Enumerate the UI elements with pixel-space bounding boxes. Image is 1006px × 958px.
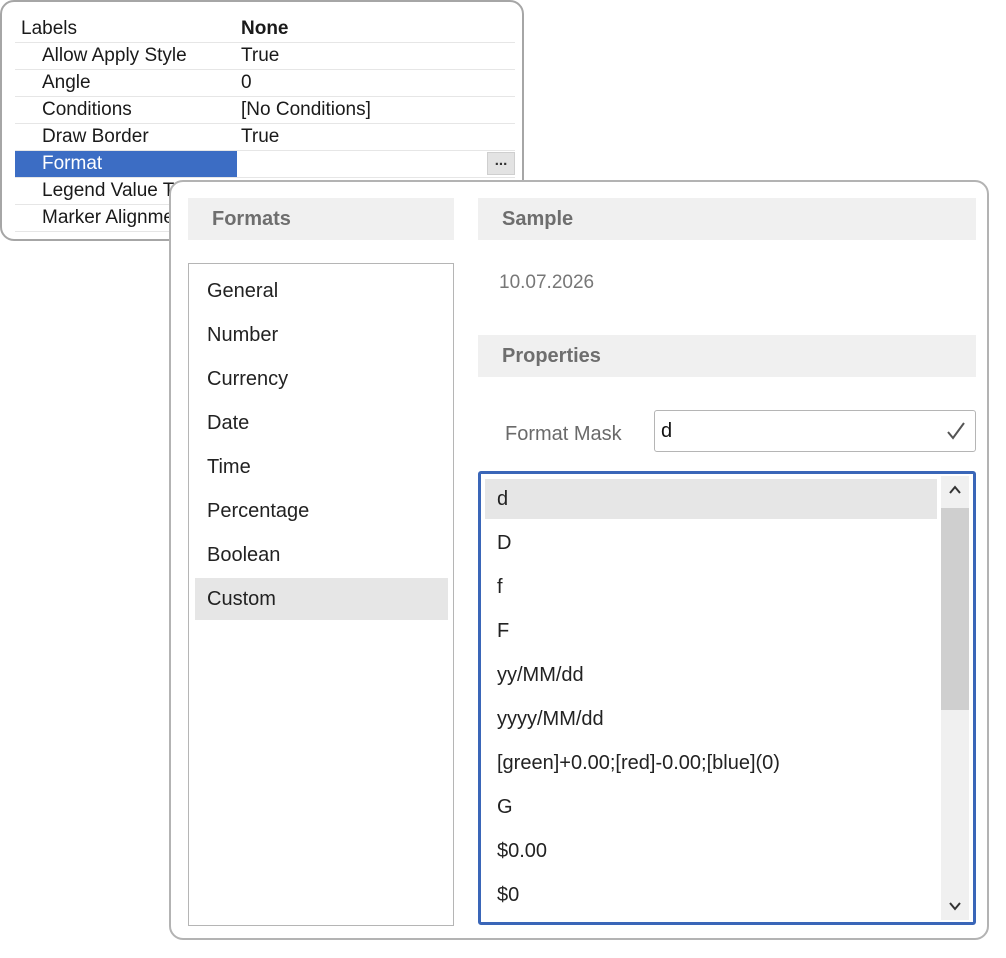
property-row-draw-border[interactable]: Draw Border True <box>15 124 515 151</box>
chevron-up-icon[interactable] <box>941 476 969 504</box>
property-value[interactable]: 0 <box>241 70 515 96</box>
format-item-time[interactable]: Time <box>195 446 448 488</box>
format-mask-label: Format Mask <box>505 423 622 445</box>
property-row-allow-apply-style[interactable]: Allow Apply Style True <box>15 43 515 70</box>
format-mask-list: d D f F yy/MM/dd yyyy/MM/dd [green]+0.00… <box>478 471 976 925</box>
property-name: Allow Apply Style <box>42 45 187 66</box>
sample-value: 10.07.2026 <box>499 272 595 293</box>
property-row-angle[interactable]: Angle 0 <box>15 70 515 97</box>
sample-header: Sample <box>478 198 976 240</box>
property-name: Draw Border <box>42 126 149 147</box>
mask-item[interactable]: [green]+0.00;[red]-0.00;[blue](0) <box>485 743 937 783</box>
format-item-boolean[interactable]: Boolean <box>195 534 448 576</box>
properties-header: Properties <box>478 335 976 377</box>
format-editor-button[interactable]: ... <box>487 152 515 175</box>
chevron-down-icon[interactable] <box>941 892 969 920</box>
mask-item[interactable]: D <box>485 523 937 563</box>
property-value[interactable] <box>241 151 515 177</box>
scrollbar-thumb[interactable] <box>941 508 969 710</box>
property-value[interactable]: True <box>241 124 515 150</box>
formats-list: General Number Currency Date Time Percen… <box>188 263 454 926</box>
mask-item[interactable]: $0.00 <box>485 831 937 871</box>
format-mask-value: d <box>661 420 673 442</box>
property-value[interactable]: [No Conditions] <box>241 97 515 123</box>
mask-item[interactable]: f <box>485 567 937 607</box>
format-mask-input[interactable]: d <box>654 410 976 452</box>
format-item-number[interactable]: Number <box>195 314 448 356</box>
checkmark-icon[interactable] <box>945 411 967 451</box>
format-item-currency[interactable]: Currency <box>195 358 448 400</box>
mask-list-scrollbar[interactable] <box>941 476 969 920</box>
property-name: Labels <box>21 18 77 39</box>
property-name: Conditions <box>42 99 132 120</box>
property-value[interactable]: True <box>241 43 515 69</box>
property-row-labels[interactable]: Labels None <box>15 16 515 43</box>
property-row-format[interactable]: Format ... <box>15 151 515 178</box>
format-item-general[interactable]: General <box>195 270 448 312</box>
format-dialog: Formats Sample General Number Currency D… <box>169 180 989 940</box>
property-row-conditions[interactable]: Conditions [No Conditions] <box>15 97 515 124</box>
property-name: Format <box>15 151 237 177</box>
format-item-percentage[interactable]: Percentage <box>195 490 448 532</box>
property-name: Angle <box>42 72 91 93</box>
mask-item[interactable]: yy/MM/dd <box>485 655 937 695</box>
format-item-date[interactable]: Date <box>195 402 448 444</box>
formats-header: Formats <box>188 198 454 240</box>
mask-item[interactable]: d <box>485 479 937 519</box>
property-value: None <box>241 18 289 39</box>
mask-item[interactable]: yyyy/MM/dd <box>485 699 937 739</box>
mask-item[interactable]: G <box>485 787 937 827</box>
mask-item[interactable]: $0 <box>485 875 937 915</box>
mask-item[interactable]: F <box>485 611 937 651</box>
format-item-custom[interactable]: Custom <box>195 578 448 620</box>
